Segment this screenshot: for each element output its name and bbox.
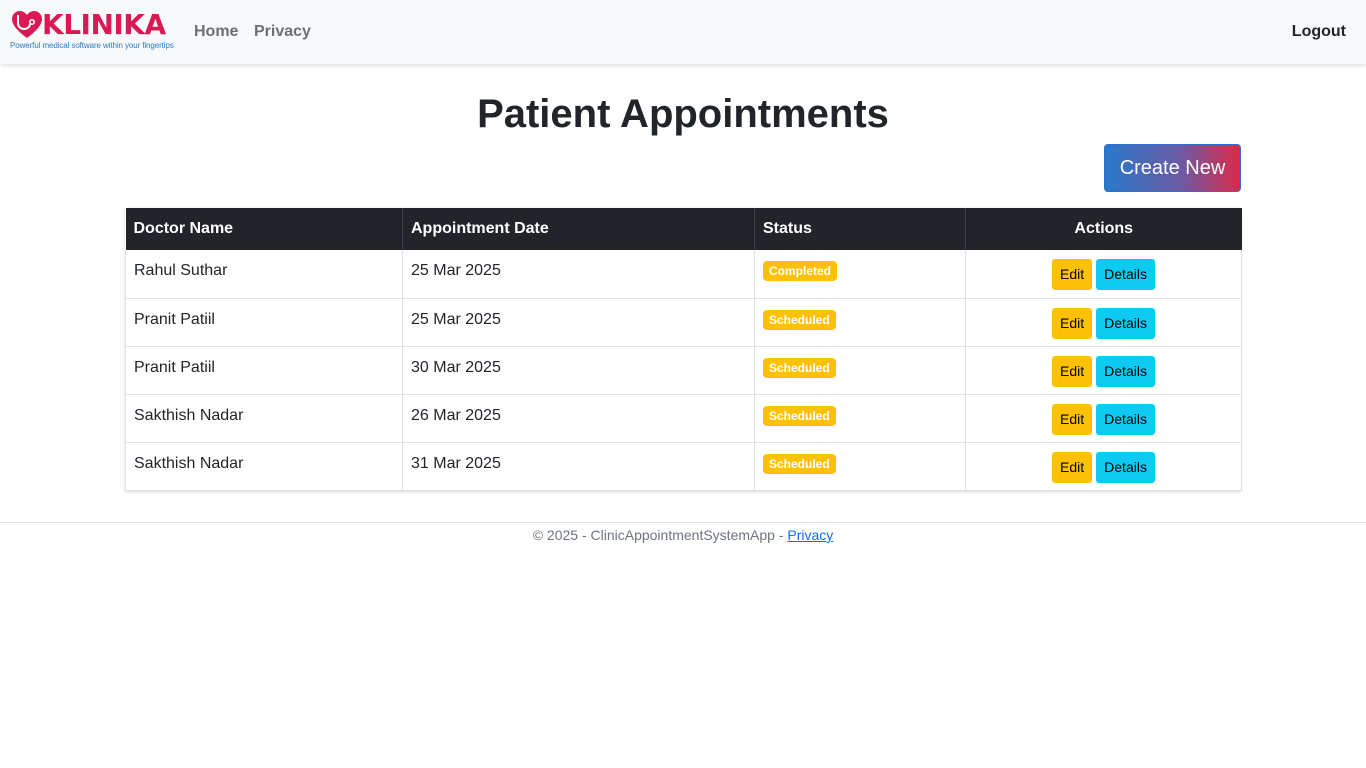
- appointment-date-cell: 31 Mar 2025: [402, 442, 755, 491]
- appointment-date-cell: 25 Mar 2025: [402, 298, 755, 347]
- table-row: Sakthish Nadar 31 Mar 2025 Scheduled Edi…: [125, 442, 1242, 491]
- details-button[interactable]: Details: [1096, 355, 1155, 387]
- edit-button[interactable]: Edit: [1052, 403, 1093, 435]
- nav-home-link[interactable]: Home: [194, 22, 238, 42]
- header-actions: Actions: [965, 208, 1242, 250]
- create-new-button[interactable]: Create New: [1104, 144, 1241, 192]
- details-button[interactable]: Details: [1096, 307, 1155, 339]
- header-status: Status: [754, 208, 966, 250]
- doctor-name-cell: Pranit Patiil: [125, 298, 403, 347]
- edit-button[interactable]: Edit: [1052, 259, 1093, 290]
- doctor-name-cell: Rahul Suthar: [125, 250, 403, 299]
- status-badge: Scheduled: [763, 309, 836, 330]
- footer: © 2025 - ClinicAppointmentSystemApp - Pr…: [0, 526, 1366, 544]
- edit-button[interactable]: Edit: [1052, 355, 1093, 387]
- appointment-date-cell: 25 Mar 2025: [402, 250, 755, 299]
- heart-stethoscope-icon: [12, 11, 42, 38]
- page-title: Patient Appointments: [477, 92, 889, 136]
- actions-cell: Edit Details: [965, 394, 1242, 443]
- appointment-date-cell: 26 Mar 2025: [402, 394, 755, 443]
- edit-button[interactable]: Edit: [1052, 451, 1093, 483]
- actions-cell: Edit Details: [965, 250, 1242, 299]
- details-button[interactable]: Details: [1096, 259, 1155, 290]
- appointments-table: Doctor Name Appointment Date Status Acti…: [125, 208, 1242, 491]
- details-button[interactable]: Details: [1096, 403, 1155, 435]
- table-header: Doctor Name Appointment Date Status Acti…: [125, 208, 1242, 250]
- status-cell: Scheduled: [754, 346, 966, 395]
- status-cell: Completed: [754, 250, 966, 299]
- brand-logo[interactable]: KLINIKA Powerful medical software within…: [10, 8, 174, 53]
- actions-cell: Edit Details: [965, 346, 1242, 395]
- footer-divider: [0, 522, 1366, 523]
- table-row: Sakthish Nadar 26 Mar 2025 Scheduled Edi…: [125, 394, 1242, 443]
- status-cell: Scheduled: [754, 298, 966, 347]
- status-badge: Scheduled: [763, 453, 836, 474]
- doctor-name-cell: Pranit Patiil: [125, 346, 403, 395]
- actions-cell: Edit Details: [965, 442, 1242, 491]
- table-row: Rahul Suthar 25 Mar 2025 Completed Edit D…: [125, 250, 1242, 299]
- table-row: Pranit Patiil 30 Mar 2025 Scheduled Edit…: [125, 346, 1242, 395]
- table-row: Pranit Patiil 25 Mar 2025 Scheduled Edit…: [125, 298, 1242, 347]
- top-navbar: KLINIKA Powerful medical software within…: [0, 0, 1366, 64]
- doctor-name-cell: Sakthish Nadar: [125, 442, 403, 491]
- status-cell: Scheduled: [754, 442, 966, 491]
- nav-privacy-link[interactable]: Privacy: [254, 22, 311, 42]
- status-badge: Scheduled: [763, 405, 836, 426]
- footer-copyright: © 2025 - ClinicAppointmentSystemApp -: [532, 527, 788, 543]
- actions-cell: Edit Details: [965, 298, 1242, 347]
- footer-privacy-link[interactable]: Privacy: [787, 527, 833, 543]
- status-cell: Scheduled: [754, 394, 966, 443]
- details-button[interactable]: Details: [1096, 451, 1155, 483]
- brand-tagline: Powerful medical software within your fi…: [10, 41, 174, 50]
- header-doctor-name: Doctor Name: [125, 208, 403, 250]
- header-appointment-date: Appointment Date: [402, 208, 755, 250]
- table-body: Rahul Suthar 25 Mar 2025 Completed Edit D…: [125, 250, 1242, 491]
- edit-button[interactable]: Edit: [1052, 307, 1093, 339]
- status-badge: Completed: [763, 261, 838, 281]
- brand-name: KLINIKA: [42, 8, 166, 41]
- doctor-name-cell: Sakthish Nadar: [125, 394, 403, 443]
- logout-link[interactable]: Logout: [1292, 22, 1346, 42]
- appointment-date-cell: 30 Mar 2025: [402, 346, 755, 395]
- status-badge: Scheduled: [763, 357, 836, 378]
